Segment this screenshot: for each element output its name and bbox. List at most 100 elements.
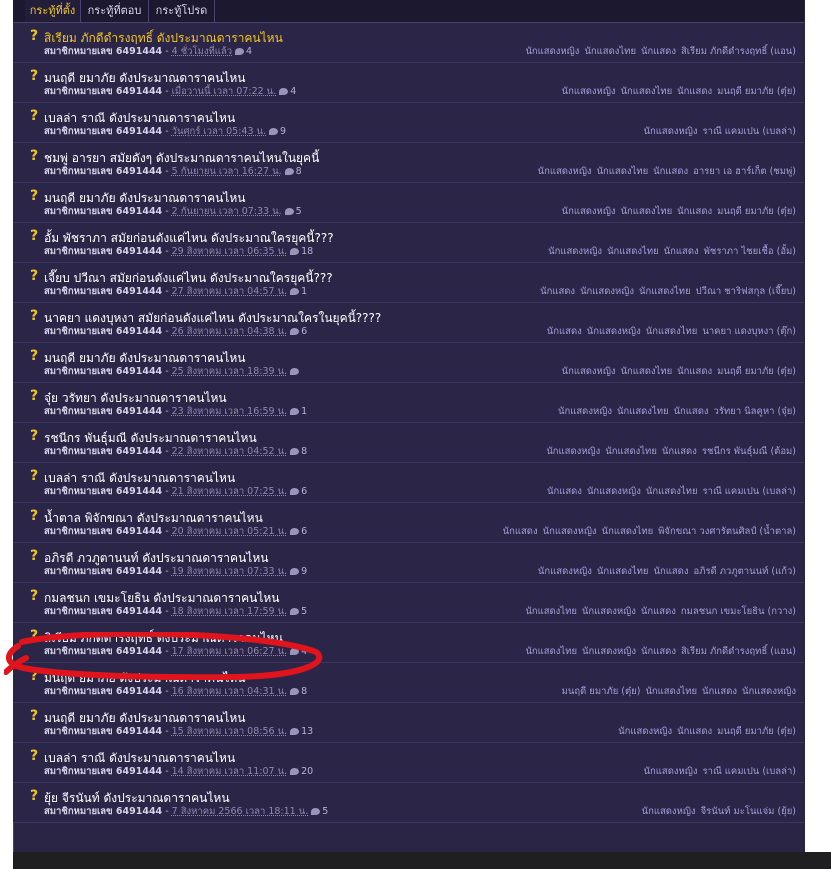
tag-link[interactable]: มนฤดี ยมาภัย (ตุ๋ย) [717,366,796,377]
tag-link[interactable]: นักแสดงหญิง [642,806,696,817]
tag-link[interactable]: นักแสดงไทย [646,486,698,497]
tag-link[interactable]: นักแสดง [662,446,697,457]
tag-link[interactable]: ปวีณา ชาริฟสกุล (เจี๊ยบ) [696,286,796,297]
tag-link[interactable]: นักแสดงไทย [597,566,649,577]
tag-link[interactable]: ราณี แคมเปน (เบลล่า) [703,486,796,497]
tag-link[interactable]: นักแสดง [702,686,737,697]
tag-link[interactable]: นักแสดง [677,726,712,737]
tag-link[interactable]: มนฤดี ยมาภัย (ตุ๋ย) [717,86,796,97]
tag-link[interactable]: จีรนันท์ มะโนแจ่ม (ยุ้ย) [701,806,796,817]
topic-row[interactable]: ? สิเรียม ภักดีดำรงฤทธิ์ ดังประมาณดาราคนไ… [13,623,804,663]
tag-link[interactable]: นักแสดง [674,406,709,417]
tag-link[interactable]: นักแสดงหญิง [587,486,641,497]
tag-link[interactable]: สิเรียม ภักดีดำรงฤทธิ์ (แอน) [681,646,796,657]
tag-link[interactable]: นักแสดง [653,166,688,177]
member-name[interactable]: สมาชิกหมายเลข 6491444 [44,446,162,457]
tag-link[interactable]: นักแสดง [641,646,676,657]
tag-link[interactable]: มนฤดี ยมาภัย (ตุ๋ย) [717,206,796,217]
member-name[interactable]: สมาชิกหมายเลข 6491444 [44,566,162,577]
tag-link[interactable]: นักแสดงไทย [525,606,577,617]
tag-link[interactable]: นักแสดงไทย [617,406,669,417]
member-name[interactable]: สมาชิกหมายเลข 6491444 [44,766,162,777]
tag-link[interactable]: ราณี แคมเปน (เบลล่า) [703,766,796,777]
tag-link[interactable]: นักแสดงไทย [621,86,673,97]
topic-row[interactable]: ? มนฤดี ยมาภัย ดังประมาณดาราคนไหน สมาชิกหม… [13,703,804,743]
member-name[interactable]: สมาชิกหมายเลข 6491444 [44,86,162,97]
tag-link[interactable]: นักแสดงหญิง [538,166,592,177]
tag-link[interactable]: นักแสดง [547,326,582,337]
tag-link[interactable]: นักแสดงหญิง [582,646,636,657]
tag-link[interactable]: นักแสดงหญิง [546,446,600,457]
member-name[interactable]: สมาชิกหมายเลข 6491444 [44,526,162,537]
tag-link[interactable]: อภิรดี ภวภูตานนท์ (แก้ว) [693,566,796,577]
topic-row[interactable]: ? มนฤดี ยมาภัย ดังประมาณดาราคนไหน สมาชิกหม… [13,663,804,703]
topic-row[interactable]: ? รชนีกร พันธุ์มณี ดังประมาณดาราคนไหน สมาช… [13,423,804,463]
tag-link[interactable]: นาคยา แดงบุหงา (ตุ๊ก) [702,326,796,337]
topic-row[interactable]: ? เบลล่า ราณี ดังประมาณดาราคนไหน สมาชิกหมา… [13,103,804,143]
tag-link[interactable]: นักแสดงหญิง [644,766,698,777]
tag-link[interactable]: นักแสดง [641,606,676,617]
tag-link[interactable]: นักแสดงหญิง [548,246,602,257]
tag-link[interactable]: นักแสดง [677,86,712,97]
tag-link[interactable]: นักแสดงหญิง [644,126,698,137]
tag-link[interactable]: มนฤดี ยมาภัย (ตุ๋ย) [717,726,796,737]
tag-link[interactable]: นักแสดงไทย [639,286,691,297]
tag-link[interactable]: กมลชนก เขมะโยธิน (กวาง) [681,606,796,617]
topic-row[interactable]: ? กมลชนก เขมะโยธิน ดังประมาณดาราคนไหน สมาช… [13,583,804,623]
tag-link[interactable]: นักแสดงไทย [584,46,636,57]
topic-row[interactable]: ? อภิรดี ภวภูตานนท์ ดังประมาณดาราคนไหน สมา… [13,543,804,583]
tag-link[interactable]: วรัทยา นิลคูหา (จุ๋ย) [714,406,796,417]
member-name[interactable]: สมาชิกหมายเลข 6491444 [44,486,162,497]
topic-row[interactable]: ? มนฤดี ยมาภัย ดังประมาณดาราคนไหน สมาชิกหม… [13,183,804,223]
member-name[interactable]: สมาชิกหมายเลข 6491444 [44,606,162,617]
tab-favorite-topics[interactable]: กระทู้โปรด [149,0,215,22]
topic-row[interactable]: ? อั้ม พัชราภา สมัยก่อนดังแค่ไหน ดังประมา… [13,223,804,263]
tag-link[interactable]: ราณี แคมเปน (เบลล่า) [703,126,796,137]
tag-link[interactable]: พิจักขณา วงศารัตนศิลป์ (น้ำตาล) [658,526,796,537]
tag-link[interactable]: นักแสดงไทย [645,686,697,697]
tag-link[interactable]: นักแสดงไทย [607,246,659,257]
tag-link[interactable]: นักแสดงไทย [597,166,649,177]
tab-created-topics[interactable]: กระทู้ที่ตั้ง [25,0,81,22]
member-name[interactable]: สมาชิกหมายเลข 6491444 [44,806,162,817]
tag-link[interactable]: นักแสดงหญิง [562,86,616,97]
tag-link[interactable]: อารยา เอ ฮาร์เก็ต (ชมพู่) [693,166,796,177]
tag-link[interactable]: นักแสดงหญิง [538,566,592,577]
tag-link[interactable]: นักแสดง [540,286,575,297]
tag-link[interactable]: นักแสดงหญิง [580,286,634,297]
topic-row[interactable]: ? เบลล่า ราณี ดังประมาณดาราคนไหน สมาชิกหมา… [13,463,804,503]
tag-link[interactable]: นักแสดง [503,526,538,537]
tag-link[interactable]: นักแสดงหญิง [562,206,616,217]
member-name[interactable]: สมาชิกหมายเลข 6491444 [44,726,162,737]
topic-row[interactable]: ? จุ๋ย วรัทยา ดังประมาณดาราคนไหน สมาชิกหมา… [13,383,804,423]
topic-row[interactable]: ? สิเรียม ภักดีดำรงฤทธิ์ ดังประมาณดาราคนไ… [13,23,804,63]
tag-link[interactable]: นักแสดงหญิง [543,526,597,537]
tag-link[interactable]: นักแสดงหญิง [742,686,796,697]
tag-link[interactable]: รชนีกร พันธุ์มณี (ต้อม) [702,446,796,457]
tag-link[interactable]: นักแสดงไทย [621,206,673,217]
topic-row[interactable]: ? น้ำตาล พิจักขณา ดังประมาณดาราคนไหน สมาชิ… [13,503,804,543]
tag-link[interactable]: นักแสดงไทย [525,646,577,657]
member-name[interactable]: สมาชิกหมายเลข 6491444 [44,286,162,297]
tag-link[interactable]: นักแสดง [677,206,712,217]
tag-link[interactable]: พัชราภา ไชยเชื้อ (อั้ม) [704,246,796,257]
tag-link[interactable]: นักแสดงไทย [646,326,698,337]
tag-link[interactable]: นักแสดง [654,566,689,577]
member-name[interactable]: สมาชิกหมายเลข 6491444 [44,166,162,177]
topic-row[interactable]: ? เจี๊ยบ ปวีณา สมัยก่อนดังแค่ไหน ดังประมา… [13,263,804,303]
topic-row[interactable]: ? มนฤดี ยมาภัย ดังประมาณดาราคนไหน สมาชิกหม… [13,63,804,103]
tag-link[interactable]: นักแสดงหญิง [582,606,636,617]
tag-link[interactable]: นักแสดงไทย [602,526,654,537]
tag-link[interactable]: นักแสดงไทย [621,366,673,377]
tag-link[interactable]: นักแสดง [664,246,699,257]
member-name[interactable]: สมาชิกหมายเลข 6491444 [44,246,162,257]
tag-link[interactable]: นักแสดงไทย [605,446,657,457]
topic-row[interactable]: ? ยุ้ย จีรนันท์ ดังประมาณดาราคนไหน สมาชิกห… [13,783,804,823]
tag-link[interactable]: นักแสดงหญิง [525,46,579,57]
tag-link[interactable]: นักแสดง [677,366,712,377]
member-name[interactable]: สมาชิกหมายเลข 6491444 [44,126,162,137]
tag-link[interactable]: สิเรียม ภักดีดำรงฤทธิ์ (แอน) [681,46,796,57]
tag-link[interactable]: มนฤดี ยมาภัย (ตุ๋ย) [562,686,641,697]
member-name[interactable]: สมาชิกหมายเลข 6491444 [44,406,162,417]
tag-link[interactable]: นักแสดง [547,486,582,497]
